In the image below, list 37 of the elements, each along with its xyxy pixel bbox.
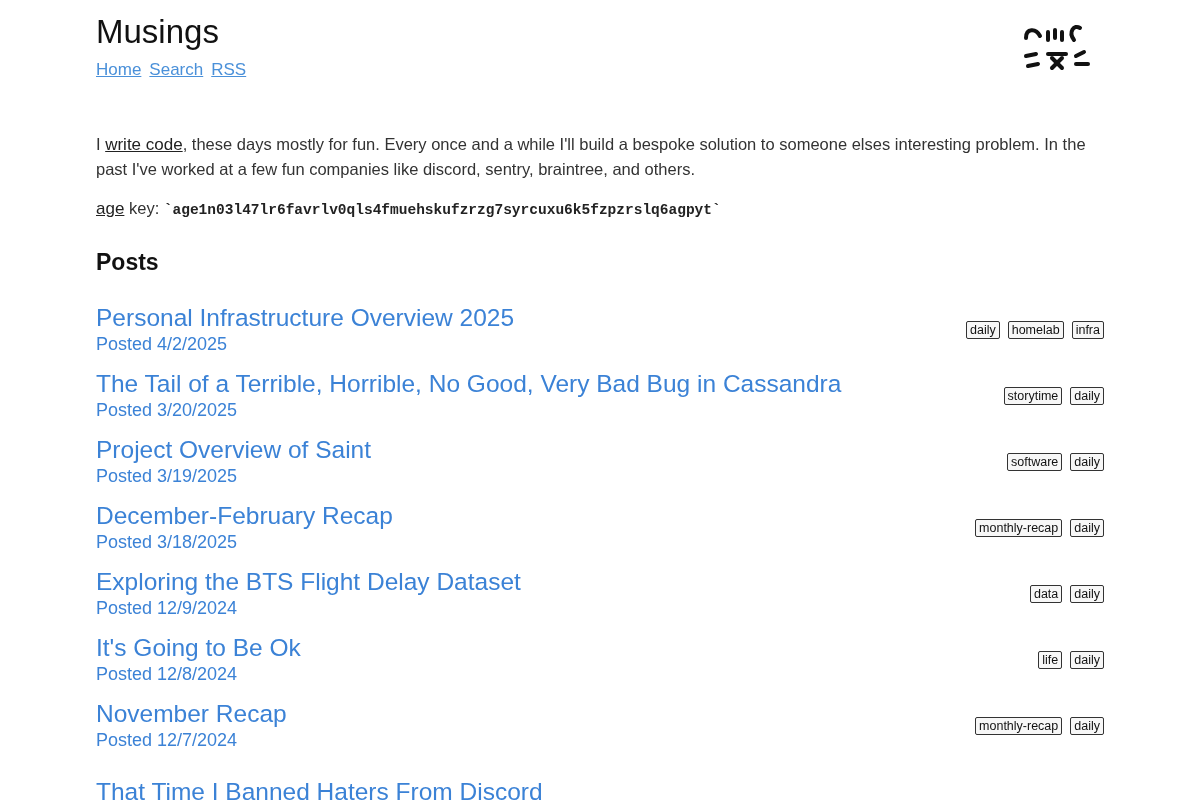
post-tag[interactable]: homelab bbox=[1007, 321, 1064, 339]
post-tag[interactable]: daily bbox=[1070, 717, 1104, 735]
site-title: Musings bbox=[96, 14, 220, 50]
post-date: Posted 12/7/2024 bbox=[96, 729, 239, 752]
post-date: Posted 12/8/2024 bbox=[96, 663, 239, 686]
post-date: Posted 3/20/2025 bbox=[96, 399, 239, 422]
post-title-link[interactable]: Exploring the BTS Flight Delay Dataset bbox=[96, 568, 521, 596]
post-title-link[interactable]: Personal Infrastructure Overview 2025 bbox=[96, 304, 515, 332]
post-tag[interactable]: monthly-recap bbox=[975, 519, 1063, 537]
post-tag[interactable]: daily bbox=[1070, 387, 1104, 405]
write-code-link[interactable]: write code bbox=[105, 135, 183, 154]
key-label: key: bbox=[127, 199, 161, 218]
age-link[interactable]: age bbox=[96, 199, 125, 219]
post-date: Posted 3/18/2025 bbox=[96, 531, 239, 554]
post-title-link[interactable]: Project Overview of Saint bbox=[96, 436, 372, 464]
post-title-link[interactable]: It's Going to Be Ok bbox=[96, 634, 301, 662]
age-key-value: `age1n03l47lr6favrlv0qls4fmuehskufzrzg7syrcuxu6k5fzpzrslq6agpyt` bbox=[163, 202, 721, 218]
post-tag[interactable]: infra bbox=[1071, 321, 1104, 339]
intro-paragraph: I write code, these days mostly for fun. Every once and a while I'll build a bespoke solution to someone elses interesting problem. In the past I've worked at a few fun companies like discord, sentry, braintree, and others. bbox=[96, 134, 1087, 180]
post-tag[interactable]: daily bbox=[1070, 453, 1104, 471]
post-tag[interactable]: monthly-recap bbox=[975, 717, 1063, 735]
post-title-link[interactable]: The Tail of a Terrible, Horrible, No Good, Very Bad Bug in Cassandra bbox=[96, 370, 842, 398]
post-title-link[interactable]: December-February Recap bbox=[96, 502, 393, 530]
post-tag[interactable]: daily bbox=[1070, 585, 1104, 603]
post-tag[interactable]: daily bbox=[966, 321, 1000, 339]
post-tag[interactable]: data bbox=[1029, 585, 1063, 603]
post-title-link[interactable]: That Time I Banned Haters From Discord bbox=[96, 778, 543, 800]
posts-heading: Posts bbox=[96, 249, 160, 276]
post-date: Posted 3/19/2025 bbox=[96, 465, 239, 488]
post-tag[interactable]: daily bbox=[1070, 651, 1104, 669]
post-date: Posted 4/2/2025 bbox=[96, 333, 229, 356]
post-title-link[interactable]: November Recap bbox=[96, 700, 287, 728]
post-date: Posted 12/9/2024 bbox=[96, 597, 239, 620]
post-tag[interactable]: storytime bbox=[1003, 387, 1063, 405]
post-tag[interactable]: life bbox=[1038, 651, 1063, 669]
post-tag[interactable]: software bbox=[1007, 453, 1063, 471]
post-tag[interactable]: daily bbox=[1070, 519, 1104, 537]
